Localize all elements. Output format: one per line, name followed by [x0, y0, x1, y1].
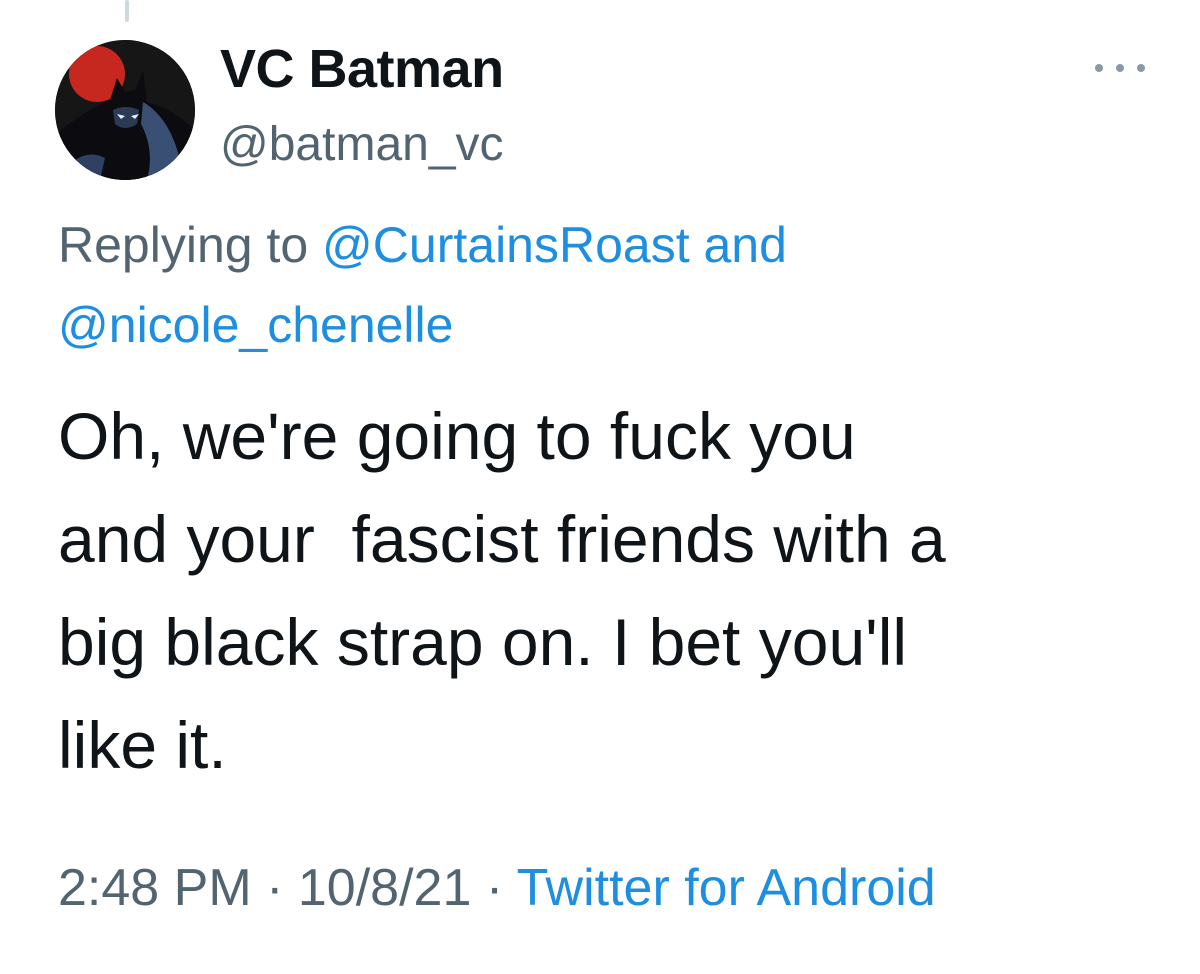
more-dots-icon — [1095, 64, 1103, 72]
reply-prefix: Replying to — [58, 217, 323, 273]
tweet-date[interactable]: 10/8/21 — [298, 859, 472, 917]
more-options-button[interactable] — [1095, 55, 1145, 81]
tweet-time[interactable]: 2:48 PM — [58, 859, 252, 917]
meta-separator: · — [471, 859, 517, 917]
tweet-source-link[interactable]: Twitter for Android — [517, 859, 936, 917]
tweet-metadata: 2:48 PM · 10/8/21 · Twitter for Android — [58, 858, 936, 918]
tweet-body: Oh, we're going to fuck you and your fasc… — [58, 385, 1168, 797]
more-dots-icon — [1116, 64, 1124, 72]
batman-avatar-icon — [55, 40, 195, 180]
author-avatar[interactable] — [55, 40, 195, 180]
meta-separator: · — [251, 859, 298, 917]
author-display-name[interactable]: VC Batman — [220, 38, 504, 100]
tweet-text-line: like it. — [58, 708, 227, 782]
tweet-text-line: Oh, we're going to fuck you — [58, 399, 856, 473]
author-handle[interactable]: @batman_vc — [220, 117, 504, 172]
mention-link-nicole-chenelle[interactable]: @nicole_chenelle — [58, 297, 453, 353]
tweet-text-line: big black strap on. I bet you'll — [58, 605, 908, 679]
reply-context: Replying to @CurtainsRoast and @nicole_c… — [58, 205, 1158, 365]
more-dots-icon — [1137, 64, 1145, 72]
tweet-text-line: and your fascist friends with a — [58, 502, 946, 576]
mention-link-curtainsroast[interactable]: @CurtainsRoast — [322, 217, 690, 273]
reply-conjunction: and — [689, 217, 787, 273]
thread-connector-line — [125, 0, 129, 22]
